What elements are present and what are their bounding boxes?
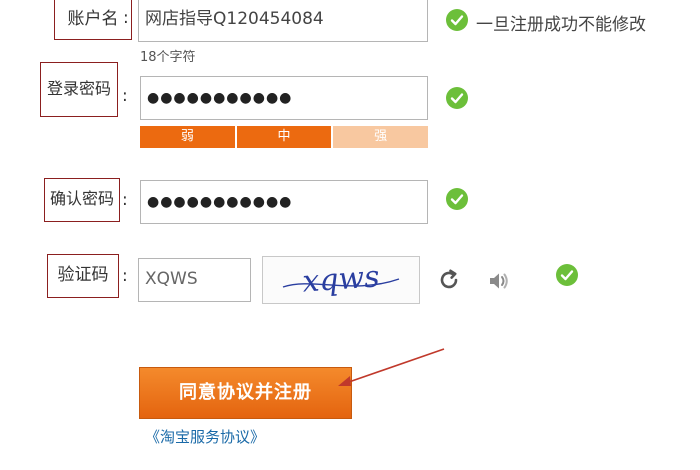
confirm-password-input-value: ●●●●●●●●●●●: [147, 194, 293, 210]
password-label-text: 登录密码: [46, 79, 111, 98]
captcha-colon: :: [122, 266, 128, 286]
service-agreement-link[interactable]: 《淘宝服务协议》: [145, 426, 265, 447]
refresh-icon[interactable]: [435, 266, 463, 294]
captcha-input-value: XQWS: [145, 269, 198, 289]
confirm-password-label-text: 确认密码: [49, 189, 114, 208]
annotation-arrow-icon: [338, 348, 445, 386]
strength-weak: 弱: [140, 126, 237, 148]
account-checkmark-icon: [446, 9, 468, 31]
account-label: 账户名: [54, 0, 132, 40]
password-checkmark-icon: [446, 87, 468, 109]
register-button[interactable]: 同意协议并注册: [139, 367, 352, 419]
captcha-input[interactable]: XQWS: [138, 258, 251, 302]
account-input[interactable]: 网店指导Q120454084: [138, 0, 428, 42]
account-hint: 一旦注册成功不能修改: [476, 15, 646, 35]
confirm-password-colon: :: [122, 190, 128, 210]
captcha-label: 验证码: [47, 254, 119, 298]
captcha-label-text: 验证码: [57, 265, 109, 285]
password-input[interactable]: ●●●●●●●●●●●: [140, 76, 428, 120]
captcha-checkmark-icon: [556, 264, 578, 286]
account-char-count: 18个字符: [140, 50, 196, 65]
confirm-password-input[interactable]: ●●●●●●●●●●●: [140, 180, 428, 224]
captcha-image-text: xqws: [301, 259, 380, 299]
password-label: 登录密码: [40, 62, 118, 117]
password-colon: :: [122, 86, 128, 106]
account-label-text: 账户名: [67, 9, 119, 29]
registration-form: 账户名 : 网店指导Q120454084 一旦注册成功不能修改 18个字符 登录…: [0, 0, 700, 470]
captcha-image-graphic: xqws: [282, 259, 400, 300]
captcha-image[interactable]: xqws: [262, 256, 420, 304]
password-strength-meter: 弱 中 强: [140, 126, 429, 148]
account-input-value: 网店指导Q120454084: [145, 9, 324, 29]
strength-strong: 强: [333, 126, 429, 148]
confirm-password-checkmark-icon: [446, 188, 468, 210]
confirm-password-label: 确认密码: [44, 178, 120, 222]
speaker-icon[interactable]: [484, 266, 514, 296]
account-colon: :: [123, 8, 129, 28]
strength-medium: 中: [236, 126, 334, 148]
password-input-value: ●●●●●●●●●●●: [147, 90, 293, 106]
